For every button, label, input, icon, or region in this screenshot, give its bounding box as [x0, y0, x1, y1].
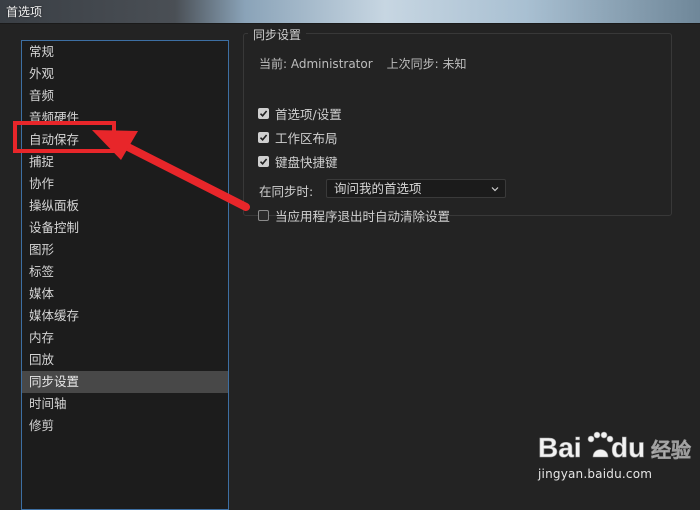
- watermark-text: 经验: [651, 438, 691, 462]
- watermark-brand-suffix: du: [611, 432, 645, 463]
- baidu-watermark: Bai du 经验 jingyan.baidu.com: [538, 425, 698, 495]
- watermark-brand: Bai: [538, 432, 582, 463]
- baidu-logo-icon: Bai du 经验: [538, 431, 691, 463]
- watermark-url: jingyan.baidu.com: [538, 467, 653, 481]
